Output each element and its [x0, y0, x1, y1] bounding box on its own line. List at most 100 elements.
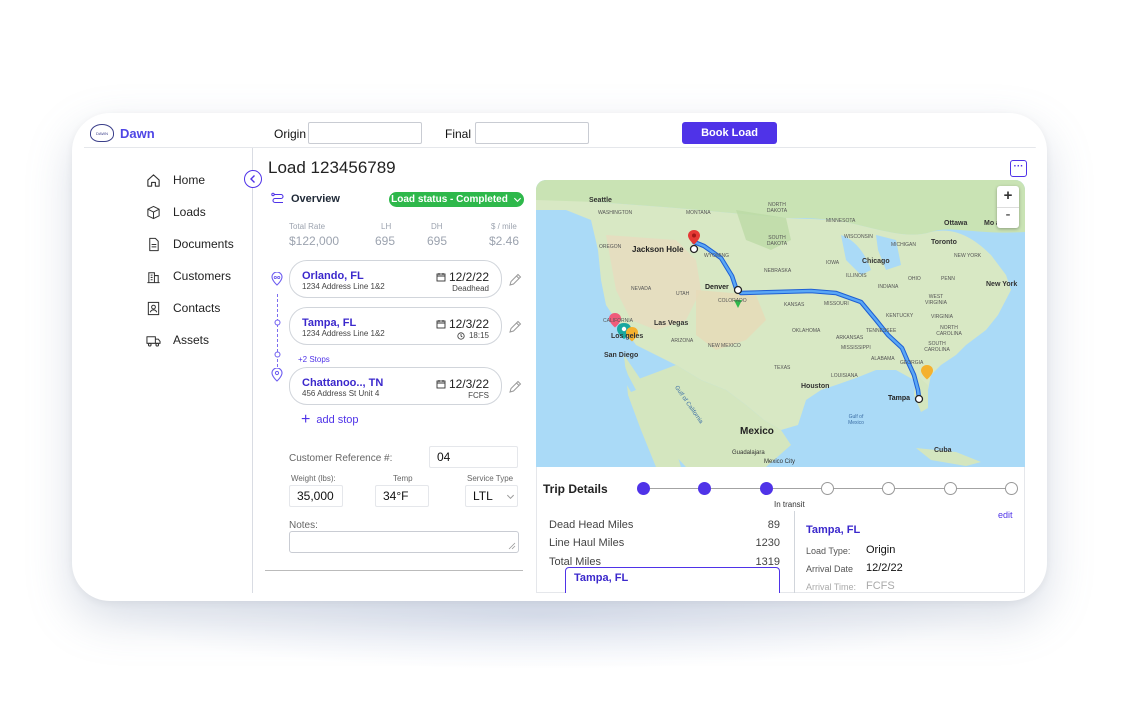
resize-handle-icon — [508, 542, 516, 550]
stop-card-tampa[interactable]: Tampa, FL 1234 Address Line 1&2 12/3/22 … — [289, 307, 502, 345]
map-label-illinois: ILLINOIS — [846, 273, 867, 279]
map-label-ottawa: Ottawa — [944, 220, 968, 227]
sidebar-item-label: Assets — [173, 333, 210, 347]
map-label-tennessee: TENNESSEE — [866, 328, 897, 334]
map-label-texas: TEXAS — [774, 365, 791, 371]
rate-per-mile-value: $2.46 — [489, 234, 520, 248]
sidebar-item-customers[interactable]: Customers — [146, 266, 231, 286]
map-label-mexico-city: Mexico City — [764, 459, 796, 465]
service-type-select[interactable]: LTL — [465, 485, 518, 507]
waypoint-dot-icon — [274, 351, 281, 358]
route-icon — [271, 192, 284, 204]
stop-date-text: 12/2/22 — [448, 270, 489, 284]
map-label-north-carolina: NORTH CAROLINA — [936, 325, 962, 337]
collapse-sidebar-button[interactable] — [244, 170, 262, 188]
temp-input[interactable]: 34°F — [375, 485, 429, 507]
sidebar-item-loads[interactable]: Loads — [146, 202, 206, 222]
map-label-chicago: Chicago — [862, 258, 890, 265]
selected-stop-city: Tampa, FL — [574, 572, 629, 584]
stop-city: Tampa, FL — [302, 317, 357, 329]
customer-reference-label: Customer Reference #: — [289, 453, 393, 464]
sidebar-item-assets[interactable]: Assets — [146, 330, 209, 350]
sidebar-item-documents[interactable]: Documents — [146, 234, 234, 254]
stop-date-text: 12/3/22 — [448, 317, 489, 331]
overview-label: Overview — [291, 192, 340, 205]
final-input[interactable] — [475, 122, 589, 144]
map-label-virginia: VIRGINIA — [931, 314, 953, 320]
zoom-in-button[interactable]: + — [997, 186, 1019, 207]
contact-card-icon — [147, 301, 160, 315]
trip-progress-step — [882, 482, 896, 495]
clock-icon — [457, 331, 465, 340]
map-label-california: CALIFORNIA — [603, 318, 634, 324]
stop-note: Deadhead — [452, 284, 489, 293]
edit-link[interactable]: edit — [998, 510, 1013, 520]
stop-card-orlando[interactable]: Orlando, FL 1234 Address Line 1&2 12/2/2… — [289, 260, 502, 298]
origin-input[interactable] — [308, 122, 422, 144]
total-rate-label: Total Rate — [289, 222, 326, 231]
overview-heading[interactable]: Overview — [271, 192, 340, 205]
top-bar: DAWN Dawn Origin Final Book Load — [84, 121, 1036, 148]
map-label-mexico: Mexico — [740, 426, 774, 437]
map-label-san-diego: San Diego — [604, 352, 639, 359]
more-options-button[interactable]: ··· — [1010, 160, 1027, 177]
sidebar-item-contacts[interactable]: Contacts — [146, 298, 220, 318]
trip-details-title: Trip Details — [543, 482, 608, 496]
stop-time-text: 18:15 — [468, 331, 489, 340]
sidebar-item-home[interactable]: Home — [146, 170, 205, 190]
home-icon — [147, 173, 160, 187]
miles-label: Line Haul Miles — [549, 537, 625, 549]
stop-city: Orlando, FL — [302, 270, 364, 282]
arrival-time-value: FCFS — [866, 580, 895, 592]
lh-label: LH — [381, 222, 392, 231]
stop-date-text: 12/3/22 — [448, 377, 489, 391]
map-label-kentucky: KENTUCKY — [886, 313, 914, 319]
edit-pencil-icon[interactable] — [508, 320, 522, 334]
map-label-colorado: COLORADO — [718, 298, 747, 304]
origin-marker-icon — [271, 272, 283, 286]
line-haul-miles-row: Line Haul Miles 1230 — [549, 537, 780, 549]
trip-progress-step — [943, 482, 957, 495]
brand-name: Dawn — [120, 126, 155, 141]
sidebar: Home Loads Documents Customers Contacts … — [84, 148, 253, 593]
selected-stop-card[interactable]: Tampa, FL — [565, 567, 780, 593]
book-load-button[interactable]: Book Load — [682, 122, 777, 144]
rate-per-mile-label: $ / mile — [491, 222, 517, 231]
map-label-ohio: OHIO — [908, 276, 921, 282]
total-rate-value: $122,000 — [289, 234, 340, 248]
stop-note: FCFS — [468, 391, 489, 400]
trip-progress-step — [698, 482, 712, 495]
more-stops-link[interactable]: +2 Stops — [298, 355, 330, 364]
stop-card-chattanooga[interactable]: Chattanoo.., TN 456 Address St Unit 4 12… — [289, 367, 502, 405]
waypoint-dot-icon — [274, 319, 281, 326]
map-label-guadalajara: Guadalajara — [732, 450, 765, 456]
miles-value: 89 — [767, 519, 780, 531]
page-title: Load 123456789 — [268, 158, 396, 177]
box-icon — [147, 205, 160, 219]
stop-address: 1234 Address Line 1&2 — [302, 282, 385, 291]
map-label-louisiana: LOUISIANA — [831, 373, 858, 379]
notes-textarea[interactable] — [289, 531, 519, 553]
lh-value: 695 — [375, 234, 396, 248]
status-text: Load status - Completed — [391, 194, 508, 205]
map-label-houston: Houston — [801, 383, 830, 390]
load-type-row: Load Type: Origin — [806, 544, 895, 556]
map-label-utah: UTAH — [676, 291, 690, 297]
main-content: Load 123456789 ··· Overview Load status … — [253, 148, 1036, 593]
destination-pin-icon — [271, 368, 283, 382]
map-label-cuba: Cuba — [934, 447, 952, 454]
customer-reference-input[interactable]: 04 — [429, 446, 518, 468]
load-status-dropdown[interactable]: Load status - Completed — [389, 192, 524, 207]
map-zoom-control: + - — [997, 186, 1019, 228]
edit-pencil-icon[interactable] — [508, 380, 522, 394]
edit-pencil-icon[interactable] — [508, 273, 522, 287]
route-map[interactable]: Seattle WASHINGTON MONTANA NORTH DAKOTA … — [536, 180, 1025, 467]
stop-date: 12/3/22 — [436, 317, 489, 331]
zoom-out-button[interactable]: - — [997, 207, 1019, 226]
map-label-arizona: ARIZONA — [671, 338, 694, 344]
add-stop-button[interactable]: + add stop — [301, 412, 359, 428]
weight-input[interactable]: 35,000 — [289, 485, 343, 507]
map-label-nevada: NEVADA — [631, 286, 652, 292]
chevron-down-icon — [513, 197, 521, 203]
stop-time: 18:15 — [457, 331, 489, 340]
